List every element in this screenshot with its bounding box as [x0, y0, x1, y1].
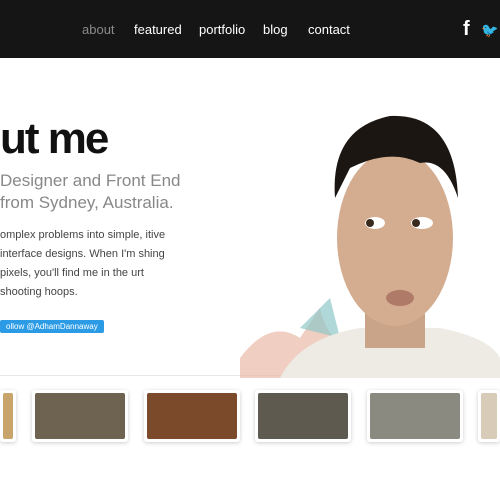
- portrait-photo: [240, 115, 500, 378]
- thumbnail[interactable]: [255, 390, 351, 442]
- nav-featured[interactable]: featured: [134, 22, 182, 37]
- hero-section: ut me Designer and Front End from Sydney…: [0, 58, 500, 378]
- facebook-icon[interactable]: f: [463, 18, 470, 41]
- thumbnail[interactable]: [32, 390, 128, 442]
- twitter-follow-button[interactable]: ollow @AdhamDannaway: [0, 320, 104, 333]
- thumbnail[interactable]: [0, 390, 16, 442]
- thumbnail[interactable]: [478, 390, 500, 442]
- thumbnail[interactable]: [144, 390, 240, 442]
- thumbnail[interactable]: [367, 390, 463, 442]
- hero-body: omplex problems into simple, itive inter…: [0, 229, 166, 298]
- top-nav: about featured portfolio blog contact f …: [0, 0, 500, 58]
- nav-about[interactable]: about: [82, 22, 115, 37]
- twitter-icon[interactable]: 🐦: [481, 22, 498, 39]
- nav-blog[interactable]: blog: [263, 22, 288, 37]
- nav-contact[interactable]: contact: [308, 22, 350, 37]
- page-title: ut me: [0, 114, 109, 163]
- thumbnail-gallery: [0, 390, 500, 444]
- nav-portfolio[interactable]: portfolio: [199, 22, 245, 37]
- hero-subtitle: Designer and Front End from Sydney, Aust…: [0, 171, 181, 212]
